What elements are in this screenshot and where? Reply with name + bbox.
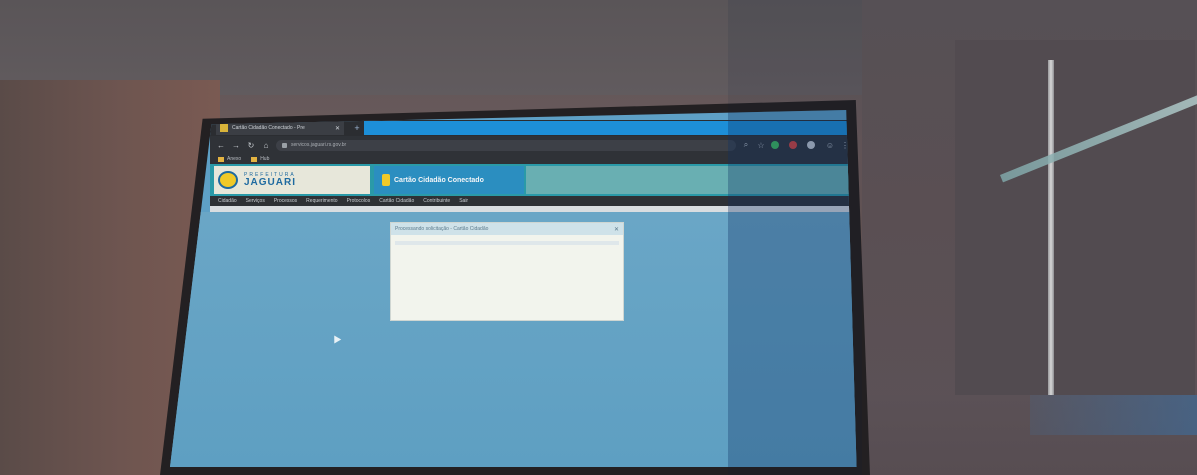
menu-item[interactable]: Serviços [246,198,265,204]
banner-title: Cartão Cidadão Conectado [394,176,484,184]
menu-item[interactable]: Cidadão [218,198,237,204]
background-panel [955,40,1195,400]
card-icon [382,174,390,186]
menu-item[interactable]: Cartão Cidadão [379,198,414,204]
reload-icon[interactable]: ↻ [246,141,256,150]
bookmark-item[interactable]: Anexo [218,156,241,162]
dialog-title: Processando solicitação - Cartão Cidadão [395,226,489,232]
favicon-icon [220,124,228,132]
close-icon[interactable]: ✕ [614,226,619,233]
close-icon[interactable]: ✕ [335,125,340,132]
dialog-title-bar: Processando solicitação - Cartão Cidadão… [391,223,623,235]
address-bar[interactable]: servicos.jaguari.rs.gov.br [276,139,736,151]
new-tab-icon[interactable]: + [350,123,364,133]
loading-dialog: Processando solicitação - Cartão Cidadão… [390,222,624,321]
service-banner: Cartão Cidadão Conectado [374,166,524,194]
floor-reflection [1030,395,1197,435]
folder-icon [218,156,224,162]
bookmark-label: Hub [260,156,270,162]
logo-name: JAGUARI [244,176,297,188]
menu-item[interactable]: Requerimento [306,198,337,204]
menu-item[interactable]: Processos [274,198,297,204]
bookmark-label: Anexo [227,156,242,162]
forward-icon[interactable]: → [231,141,241,150]
folder-icon [251,156,258,162]
progress-bar [395,241,619,245]
city-emblem-icon [218,171,238,189]
photo-scene: Cartão Cidadão Conectado - Pre ✕ + ← → ↻… [0,0,1197,475]
site-logo[interactable]: PREFEITURA JAGUARI [214,166,370,194]
menu-item[interactable]: Contribuinte [423,198,450,204]
bookmark-item[interactable]: Hub [251,156,269,162]
menu-item[interactable]: Sair [459,198,468,204]
menu-item[interactable]: Protocolos [347,198,371,204]
url-text: servicos.jaguari.rs.gov.br [291,142,347,148]
tab-title: Cartão Cidadão Conectado - Pre [232,125,305,131]
photo-color-band [728,0,862,475]
lock-icon [282,142,287,148]
metal-pole [1048,60,1054,400]
back-icon[interactable]: ← [216,141,226,150]
home-icon[interactable]: ⌂ [261,141,271,150]
